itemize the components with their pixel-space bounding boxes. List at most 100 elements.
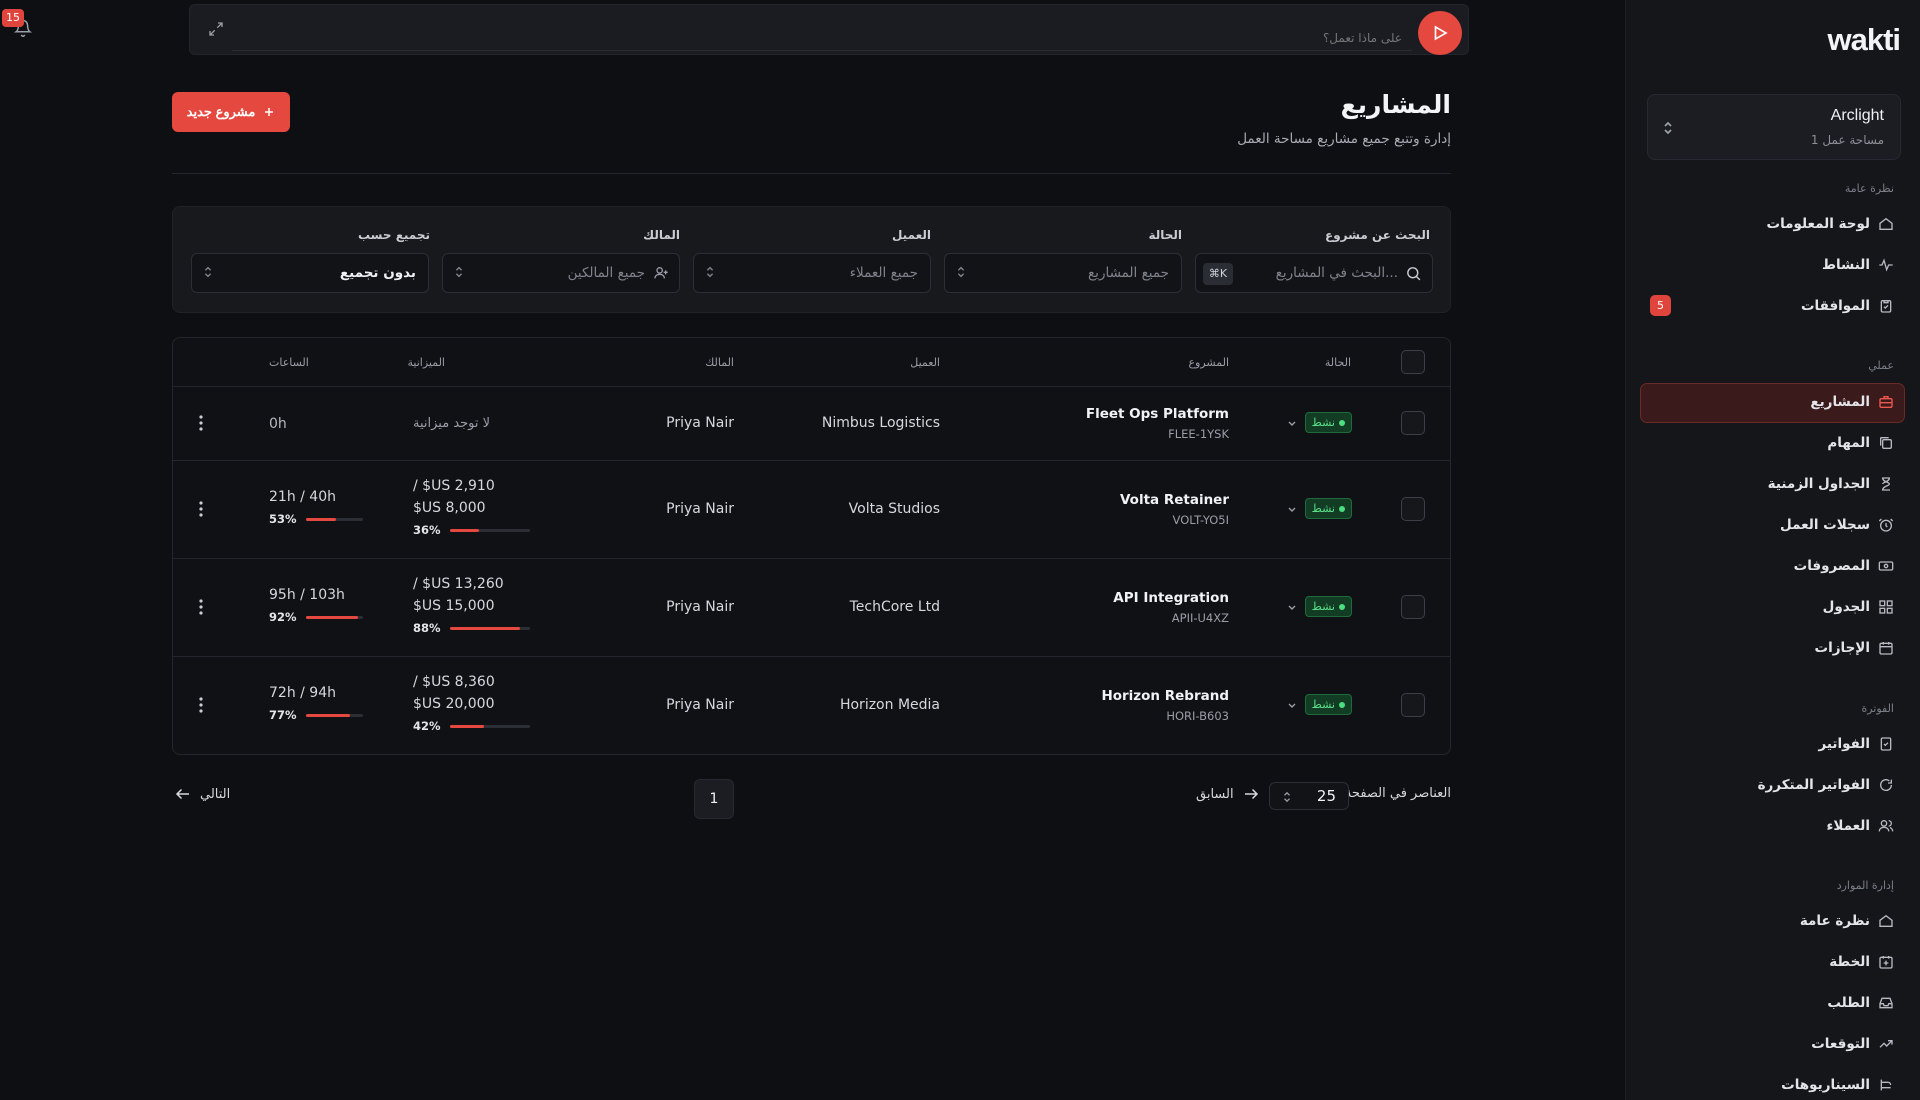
- column-header-client[interactable]: العميل: [910, 356, 940, 369]
- plus-icon: [265, 108, 274, 116]
- status-badge[interactable]: نشط: [1304, 694, 1352, 715]
- project-name[interactable]: API Integration: [1113, 590, 1229, 606]
- status-select[interactable]: جميع المشاريع: [944, 253, 1182, 293]
- chevron-updown-icon: [455, 266, 463, 278]
- group-select[interactable]: بدون تجميع: [191, 253, 429, 293]
- sidebar-item-expenses[interactable]: المصروفات: [1794, 553, 1894, 579]
- budget-progress-fill: [450, 725, 484, 728]
- sidebar-item-label: الخطة: [1829, 954, 1870, 970]
- client-select[interactable]: جميع العملاء: [693, 253, 931, 293]
- sidebar-item-leave[interactable]: الإجازات: [1815, 635, 1894, 661]
- table-row[interactable]: نشط Volta Retainer VOLT-YO5I Volta Studi…: [173, 461, 1450, 558]
- new-project-label: مشروع جديد: [186, 104, 256, 119]
- arrow-left-icon: [175, 788, 189, 800]
- section-title-overview: نظرة عامة: [1844, 182, 1894, 195]
- sidebar-item-plan[interactable]: الخطة: [1829, 949, 1894, 975]
- budget-progress-fill: [450, 529, 479, 532]
- sidebar-item-label: نظرة عامة: [1799, 913, 1870, 929]
- sidebar-item-schedule[interactable]: الجدول: [1823, 594, 1894, 620]
- workspace-switcher[interactable]: Arclight 1 مساحة عمل: [1647, 94, 1901, 160]
- new-project-button[interactable]: مشروع جديد: [172, 92, 290, 132]
- notification-badge: 15: [2, 9, 24, 27]
- hours-progress-fill: [306, 714, 350, 717]
- sidebar-item-label: الطلب: [1827, 995, 1870, 1011]
- project-name[interactable]: Volta Retainer: [1120, 492, 1229, 508]
- calendar-icon: [1879, 642, 1893, 655]
- budget-progress-bar: [450, 627, 530, 630]
- status-badge[interactable]: نشط: [1304, 596, 1352, 617]
- tasks-icon: [1880, 437, 1892, 449]
- owner-name: Priya Nair: [666, 415, 734, 431]
- sidebar-item-label: المصروفات: [1793, 558, 1870, 574]
- sidebar-item-scenarios[interactable]: السيناريوهات: [1781, 1072, 1894, 1098]
- column-header-project[interactable]: المشروع: [1188, 356, 1229, 369]
- shortcut-badge: ⌘K: [1203, 263, 1233, 285]
- chevron-down-icon[interactable]: [1287, 604, 1297, 612]
- activity-icon: [1879, 258, 1893, 272]
- more-vertical-icon[interactable]: [199, 415, 203, 431]
- hourglass-icon: [1882, 477, 1891, 491]
- budget-total: $US 8,000: [413, 500, 486, 516]
- sidebar-item-resources-overview[interactable]: نظرة عامة: [1800, 908, 1894, 934]
- column-header-budget[interactable]: الميزانية: [408, 356, 446, 369]
- more-vertical-icon[interactable]: [199, 599, 203, 615]
- sidebar-item-demand[interactable]: الطلب: [1827, 990, 1894, 1016]
- next-page-button[interactable]: التالي: [174, 785, 230, 803]
- table-row[interactable]: نشط Fleet Ops Platform FLEE-1YSK Nimbus …: [173, 387, 1450, 460]
- column-header-owner[interactable]: المالك: [705, 356, 734, 369]
- chevron-down-icon[interactable]: [1287, 506, 1297, 514]
- expand-icon[interactable]: [208, 21, 224, 37]
- sidebar-item-recurring-invoices[interactable]: الفواتير المتكررة: [1758, 772, 1894, 798]
- table-row[interactable]: نشط Horizon Rebrand HORI-B603 Horizon Me…: [173, 657, 1450, 754]
- project-name[interactable]: Fleet Ops Platform: [1086, 406, 1229, 422]
- row-checkbox[interactable]: [1401, 693, 1425, 717]
- row-checkbox[interactable]: [1401, 595, 1425, 619]
- status-label: الحالة: [1148, 228, 1182, 242]
- chevron-down-icon[interactable]: [1287, 420, 1297, 428]
- owner-name: Priya Nair: [666, 599, 734, 615]
- row-checkbox[interactable]: [1401, 411, 1425, 435]
- sidebar-item-dashboard[interactable]: لوحة المعلومات: [1767, 211, 1895, 237]
- sidebar-item-label: الموافقات: [1800, 298, 1870, 314]
- column-header-hours[interactable]: الساعات: [269, 356, 309, 369]
- row-checkbox[interactable]: [1401, 497, 1425, 521]
- sidebar-item-tasks[interactable]: المهام: [1827, 430, 1894, 456]
- owner-select[interactable]: جميع المالكين: [442, 253, 680, 293]
- next-label: التالي: [200, 786, 231, 802]
- sidebar-item-activity[interactable]: النشاط: [1822, 252, 1894, 278]
- sidebar-item-label: الفواتير المتكررة: [1757, 777, 1870, 793]
- sidebar-item-label: سجلات العمل: [1780, 517, 1870, 533]
- sidebar-item-invoices[interactable]: الفواتير: [1819, 731, 1894, 757]
- page-1-button[interactable]: 1: [694, 779, 734, 819]
- sidebar-item-forecasts[interactable]: التوقعات: [1811, 1031, 1894, 1057]
- hours-progress-fill: [306, 518, 337, 521]
- sidebar-item-timesheets[interactable]: الجداول الزمنية: [1768, 471, 1894, 497]
- more-vertical-icon[interactable]: [199, 697, 203, 713]
- chevron-down-icon[interactable]: [1287, 702, 1297, 710]
- owner-label: المالك: [643, 228, 680, 242]
- sidebar-item-clients[interactable]: العملاء: [1826, 813, 1894, 839]
- calendar-plus-icon: [1879, 956, 1893, 969]
- more-vertical-icon[interactable]: [199, 501, 203, 517]
- status-badge[interactable]: نشط: [1304, 498, 1352, 519]
- budget-progress-bar: [450, 529, 530, 532]
- search-input[interactable]: البحث في المشاريع... ⌘K: [1195, 253, 1433, 293]
- timer-description-input[interactable]: [232, 11, 1412, 51]
- project-name[interactable]: Horizon Rebrand: [1101, 688, 1229, 704]
- hours-progress-bar: [306, 616, 363, 619]
- alarm-clock-icon: [1878, 518, 1894, 532]
- sidebar-item-projects[interactable]: المشاريع: [1810, 389, 1894, 415]
- column-header-status[interactable]: الحالة: [1325, 356, 1351, 369]
- table-row[interactable]: نشط API Integration APII-U4XZ TechCore L…: [173, 559, 1450, 656]
- start-timer-button[interactable]: [1418, 11, 1462, 55]
- previous-page-button[interactable]: السابق: [1196, 785, 1260, 803]
- sidebar-item-label: النشاط: [1821, 257, 1870, 273]
- select-all-checkbox[interactable]: [1401, 350, 1425, 374]
- status-text: نشط: [1311, 698, 1335, 711]
- sidebar-item-work-logs[interactable]: سجلات العمل: [1780, 512, 1894, 538]
- per-page-select[interactable]: 25: [1269, 782, 1349, 810]
- sidebar-item-approvals[interactable]: الموافقات: [1801, 293, 1894, 319]
- app-logo[interactable]: wakti: [1827, 22, 1901, 58]
- status-badge[interactable]: نشط: [1304, 412, 1352, 433]
- hours-percent: 92%: [269, 610, 297, 624]
